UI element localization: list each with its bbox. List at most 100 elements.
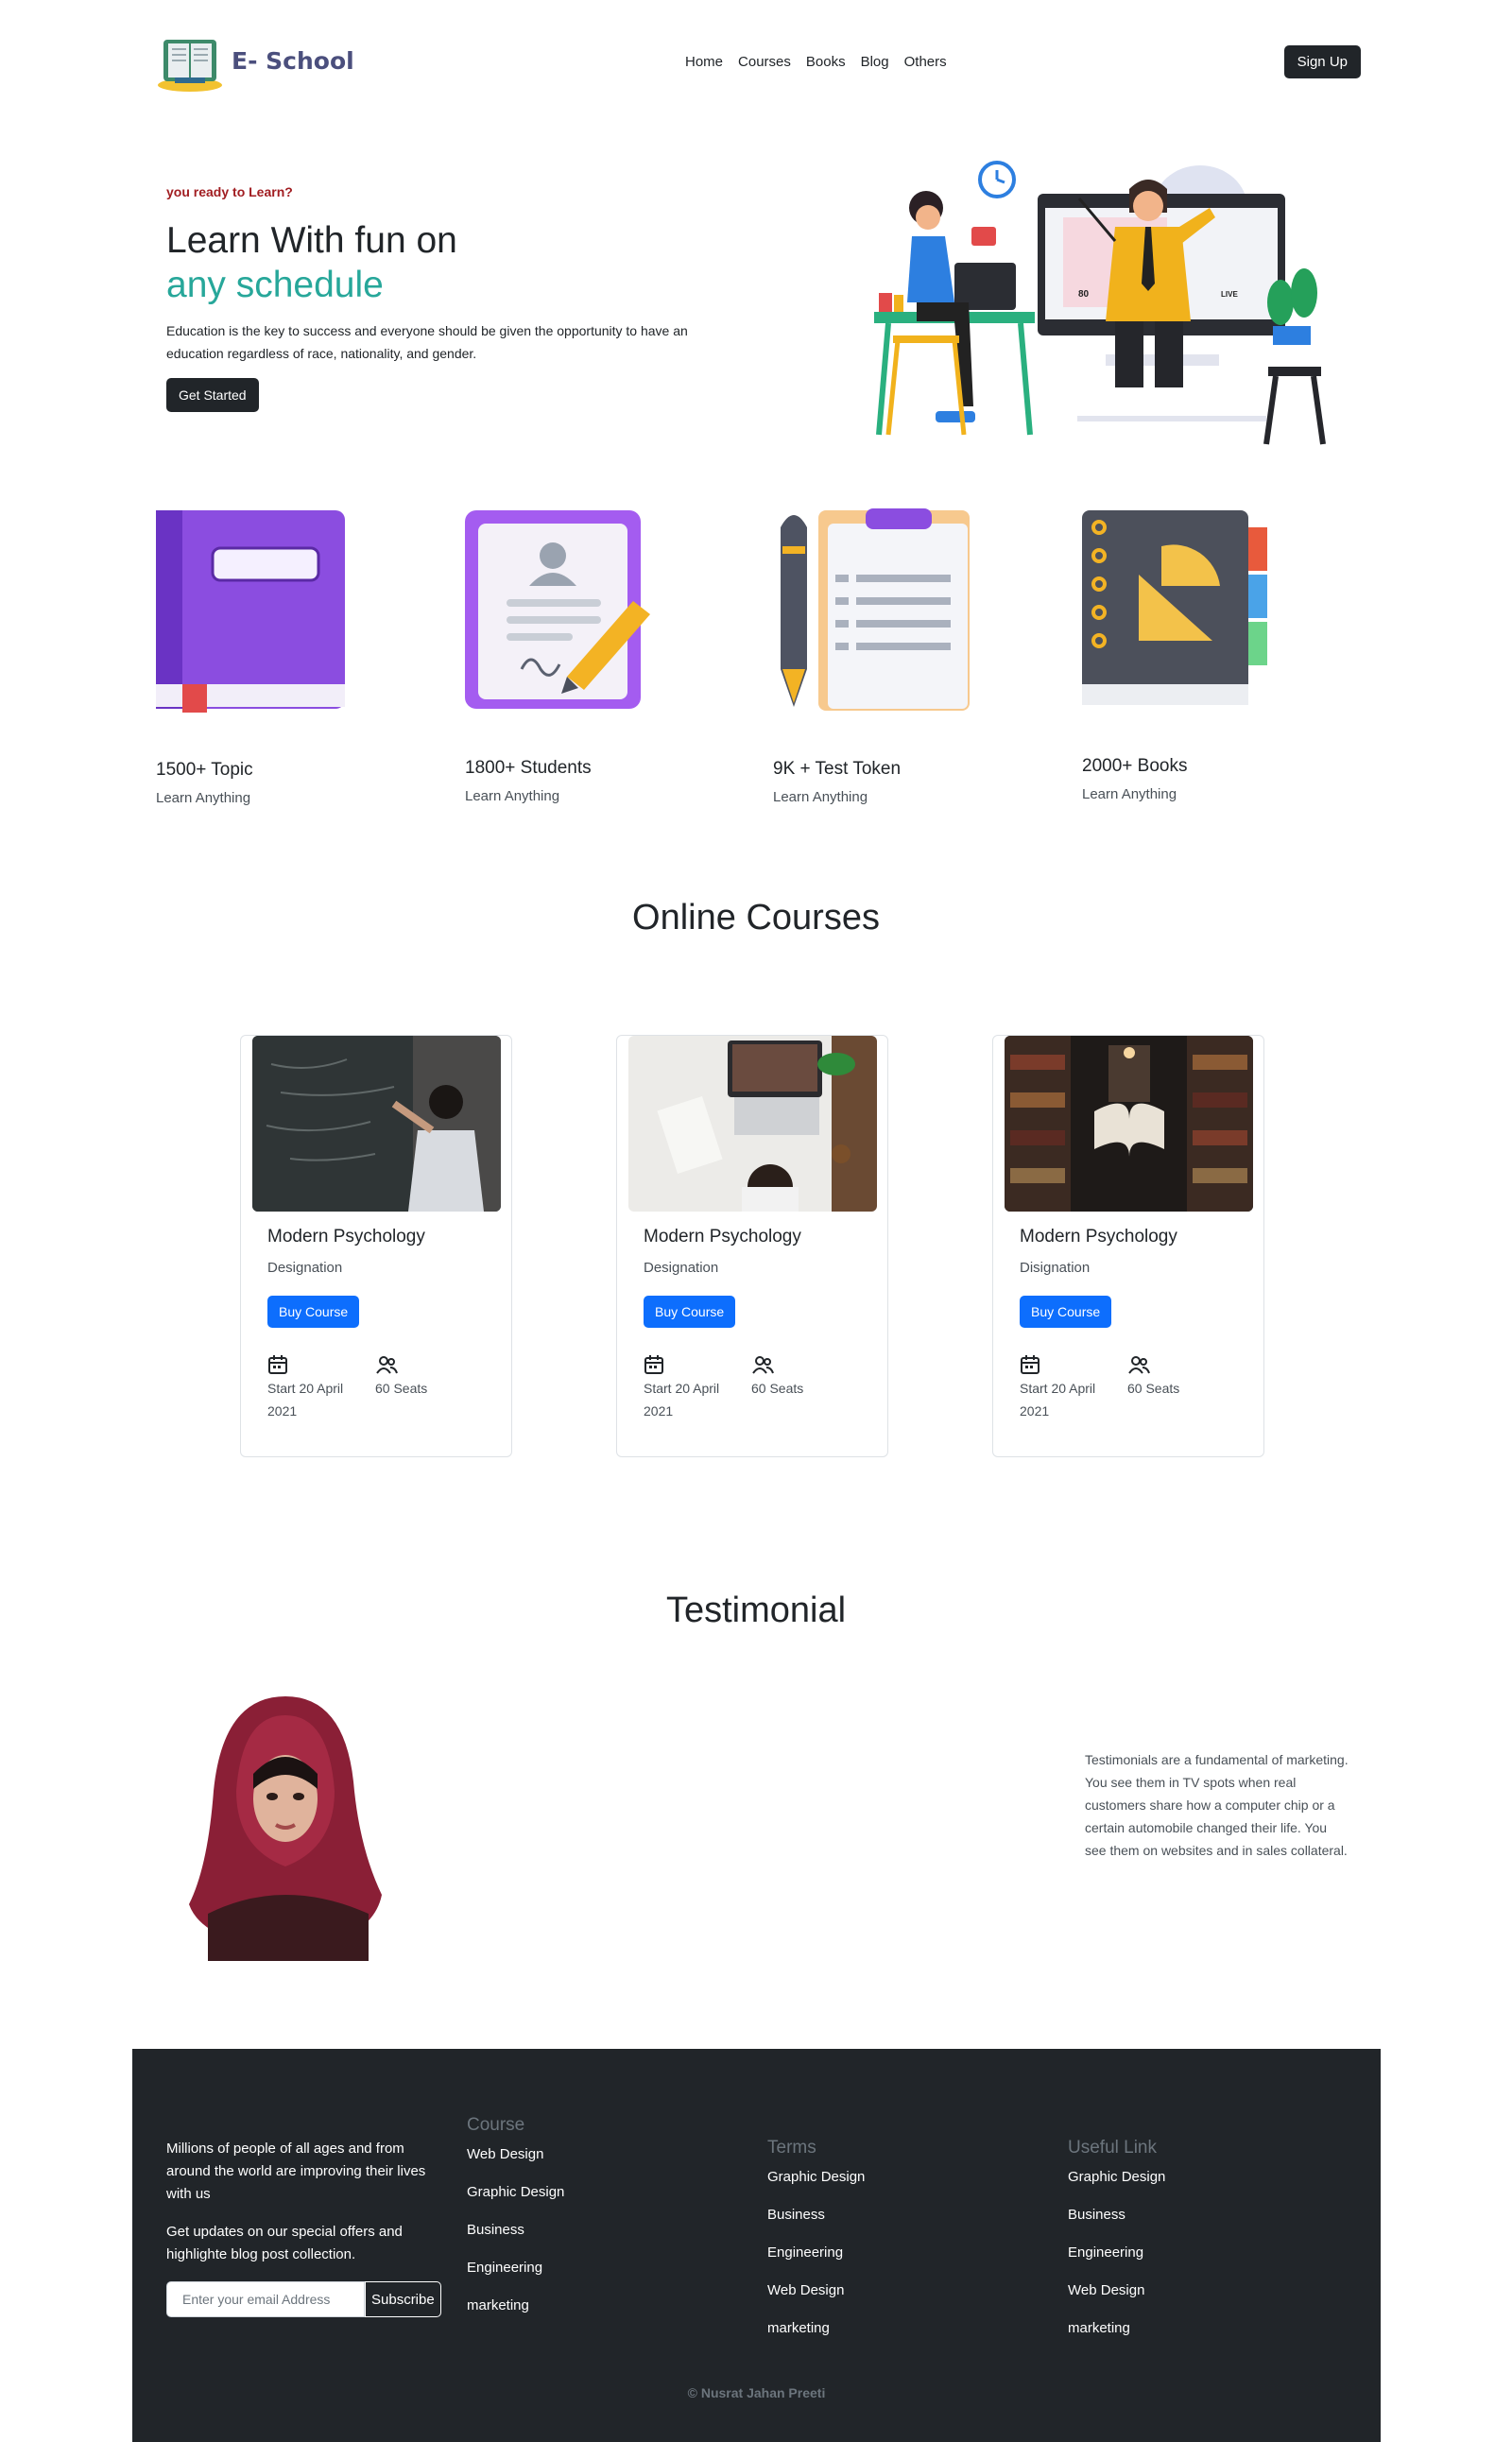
hero-title: Learn With fun on	[166, 220, 457, 261]
footer-about-text: Millions of people of all ages and from …	[166, 2141, 426, 2202]
course-seats: 60 Seats	[751, 1354, 836, 1400]
purple-book-icon	[156, 510, 345, 713]
buy-course-button[interactable]: Buy Course	[644, 1296, 736, 1328]
brand-name: E- School	[232, 47, 354, 75]
course-start-date: Start 20 April 2021	[267, 1381, 344, 1419]
navbar: E- School Home Courses Books Blog Others…	[156, 32, 1361, 96]
signup-button[interactable]: Sign Up	[1283, 45, 1361, 78]
footer-useful-column: Useful Link Graphic Design Business Engi…	[1068, 2138, 1257, 2355]
course-image	[1005, 1036, 1253, 1212]
course-seats-count: 60 Seats	[375, 1381, 428, 1396]
stat-students: 1800+ Students Learn Anything	[465, 508, 682, 804]
stat-title: 2000+ Books	[1082, 756, 1188, 776]
course-seats: 60 Seats	[1127, 1354, 1212, 1400]
newsletter-form: Subscribe	[166, 2281, 441, 2317]
people-icon	[1128, 1356, 1150, 1374]
footer-link[interactable]: Web Design	[767, 2279, 956, 2302]
course-start-date: Start 20 April 2021	[1020, 1381, 1096, 1419]
course-title: Modern Psychology	[1020, 1227, 1177, 1247]
footer-course-title: Course	[467, 2115, 525, 2135]
calendar-icon	[644, 1355, 663, 1374]
footer-link[interactable]: Graphic Design	[767, 2166, 956, 2189]
course-seats-count: 60 Seats	[751, 1381, 804, 1396]
subscribe-button[interactable]: Subscribe	[365, 2281, 441, 2317]
footer-terms-title: Terms	[767, 2138, 816, 2158]
footer-link[interactable]: Engineering	[1068, 2242, 1257, 2264]
nav-links: Home Courses Books Blog Others	[685, 54, 947, 70]
calendar-icon	[1021, 1355, 1040, 1374]
hero-kicker: you ready to Learn?	[166, 184, 293, 199]
stat-test-tokens: 9K + Test Token Learn Anything	[773, 508, 990, 805]
nav-link-home[interactable]: Home	[685, 54, 723, 70]
stat-title: 1500+ Topic	[156, 760, 253, 780]
footer-link[interactable]: Engineering	[767, 2242, 956, 2264]
get-started-button[interactable]: Get Started	[166, 378, 259, 412]
footer-about: Millions of people of all ages and from …	[166, 2138, 431, 2266]
course-designation: Designation	[644, 1260, 719, 1276]
illus-score: 80	[1078, 289, 1090, 300]
stat-subtitle: Learn Anything	[773, 789, 868, 805]
course-start-date: Start 20 April 2021	[644, 1381, 720, 1419]
hero-title-accent: any schedule	[166, 265, 384, 305]
nav-link-courses[interactable]: Courses	[738, 54, 791, 70]
footer-link[interactable]: Web Design	[467, 2143, 571, 2166]
stat-subtitle: Learn Anything	[465, 788, 560, 804]
student-profile-icon	[465, 510, 650, 709]
buy-course-button[interactable]: Buy Course	[1020, 1296, 1112, 1328]
calendar-icon	[268, 1355, 287, 1374]
footer-link[interactable]: Graphic Design	[467, 2181, 571, 2204]
people-icon	[752, 1356, 774, 1374]
courses-section-title: Online Courses	[632, 898, 880, 937]
footer-link[interactable]: marketing	[1068, 2317, 1257, 2340]
stat-books: 2000+ Books Learn Anything	[1082, 508, 1299, 802]
testimonial-avatar	[189, 1696, 382, 1961]
course-card: Modern Psychology Disignation Buy Course…	[992, 1035, 1264, 1457]
course-start: Start 20 April 2021	[267, 1354, 362, 1422]
footer: Millions of people of all ages and from …	[132, 2049, 1381, 2442]
testimonial-section-title: Testimonial	[665, 1591, 847, 1630]
course-seats: 60 Seats	[375, 1354, 460, 1400]
footer-link[interactable]: Business	[767, 2204, 956, 2227]
stat-subtitle: Learn Anything	[1082, 786, 1177, 802]
copyright: © Nusrat Jahan Preeti	[687, 2385, 826, 2400]
footer-link[interactable]: Web Design	[1068, 2279, 1257, 2302]
course-seats-count: 60 Seats	[1127, 1381, 1180, 1396]
course-designation: Disignation	[1020, 1260, 1091, 1276]
course-image	[628, 1036, 877, 1212]
course-card: Modern Psychology Designation Buy Course…	[240, 1035, 512, 1457]
stat-subtitle: Learn Anything	[156, 790, 251, 806]
buy-course-button[interactable]: Buy Course	[267, 1296, 360, 1328]
email-input[interactable]	[166, 2281, 365, 2317]
course-card: Modern Psychology Designation Buy Course…	[616, 1035, 888, 1457]
footer-link[interactable]: Engineering	[467, 2257, 571, 2279]
nav-link-books[interactable]: Books	[806, 54, 846, 70]
people-icon	[376, 1356, 398, 1374]
notebook-ruler-icon	[1082, 510, 1267, 705]
footer-course-column: Course Web Design Graphic Design Busines…	[467, 2115, 571, 2332]
testimonial-text: Testimonials are a fundamental of market…	[1085, 1752, 1349, 1858]
course-title: Modern Psychology	[644, 1227, 801, 1247]
footer-link[interactable]: marketing	[767, 2317, 956, 2340]
footer-terms-column: Terms Graphic Design Business Engineerin…	[767, 2138, 956, 2355]
course-start: Start 20 April 2021	[644, 1354, 738, 1422]
nav-link-others[interactable]: Others	[904, 54, 947, 70]
course-start: Start 20 April 2021	[1020, 1354, 1114, 1422]
online-teaching-illustration: 80 LIVE	[874, 161, 1326, 445]
footer-link[interactable]: Business	[467, 2219, 571, 2242]
hero-description: Education is the key to success and ever…	[166, 323, 688, 361]
stat-topics: 1500+ Topic Learn Anything	[156, 508, 373, 806]
footer-updates-text: Get updates on our special offers and hi…	[166, 2224, 403, 2262]
course-image	[252, 1036, 501, 1212]
illus-live: LIVE	[1221, 290, 1238, 299]
footer-link[interactable]: Business	[1068, 2204, 1257, 2227]
stat-title: 1800+ Students	[465, 758, 592, 778]
brand-logo[interactable]: E- School	[156, 32, 354, 93]
footer-useful-title: Useful Link	[1068, 2138, 1157, 2158]
course-designation: Designation	[267, 1260, 343, 1276]
school-book-icon	[158, 40, 222, 92]
footer-link[interactable]: marketing	[467, 2295, 571, 2317]
nav-link-blog[interactable]: Blog	[861, 54, 889, 70]
stat-title: 9K + Test Token	[773, 759, 902, 779]
footer-link[interactable]: Graphic Design	[1068, 2166, 1257, 2189]
clipboard-test-icon	[781, 508, 970, 711]
